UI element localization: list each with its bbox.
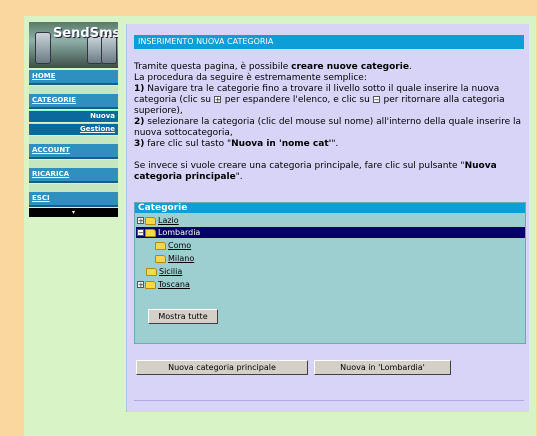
tree-item-sicilia[interactable]: Sicilia bbox=[146, 266, 182, 277]
step-number: 1) bbox=[134, 84, 145, 94]
phone-icon bbox=[35, 32, 51, 64]
folder-icon bbox=[155, 254, 166, 263]
step-number: 2) bbox=[134, 117, 145, 127]
nav-sub-gestione[interactable]: Gestione bbox=[29, 123, 118, 135]
nav-account[interactable]: ACCOUNT bbox=[29, 144, 118, 159]
folder-icon bbox=[155, 241, 166, 250]
intro-bold: Nuova in 'nome cat' bbox=[231, 139, 332, 149]
nav-spacer bbox=[29, 160, 118, 168]
nav-esci[interactable]: ESCI bbox=[29, 192, 118, 207]
nav-bottom-marker: ▾ bbox=[71, 209, 75, 216]
minus-icon: − bbox=[372, 96, 380, 104]
expand-icon[interactable]: + bbox=[137, 217, 144, 225]
nav-spacer bbox=[29, 136, 118, 144]
intro-text: La procedura da seguire è estremamente s… bbox=[134, 73, 367, 83]
nav-spacer bbox=[29, 86, 118, 94]
divider bbox=[134, 400, 524, 401]
sidebar-nav: HOME CATEGORIE Nuova Gestione ACCOUNT RI… bbox=[29, 70, 118, 217]
sendsms-logo[interactable]: SendSms bbox=[29, 22, 118, 68]
nav-bottom-bar: ▾ bbox=[29, 208, 118, 217]
new-main-category-button[interactable]: Nuova categoria principale bbox=[136, 360, 308, 375]
intro-text: Tramite questa pagina, è possibile bbox=[134, 62, 292, 72]
category-tree: Categorie + Lazio − Lombardia Como Milano … bbox=[134, 202, 526, 344]
tree-item-label[interactable]: Lombardia bbox=[158, 228, 200, 237]
tree-item-lombardia[interactable]: − Lombardia bbox=[136, 227, 525, 238]
step-number: 3) bbox=[134, 139, 145, 149]
tree-item-label[interactable]: Toscana bbox=[158, 280, 190, 289]
folder-icon bbox=[145, 216, 156, 225]
nav-ricarica[interactable]: RICARICA bbox=[29, 168, 118, 183]
folder-icon bbox=[145, 280, 156, 289]
nav-categorie[interactable]: CATEGORIE bbox=[29, 94, 118, 109]
tree-item-como[interactable]: Como bbox=[155, 240, 191, 251]
intro-bold: creare nuove categorie bbox=[291, 62, 409, 72]
tree-item-label[interactable]: Sicilia bbox=[159, 267, 182, 276]
intro-text: fare clic sul tasto " bbox=[144, 139, 232, 149]
tree-item-label[interactable]: Como bbox=[168, 241, 191, 250]
tree-title: Categorie bbox=[135, 203, 525, 213]
instructions: Tramite questa pagina, è possibile crear… bbox=[134, 62, 526, 183]
tree-item-lazio[interactable]: + Lazio bbox=[137, 215, 179, 226]
intro-text: ". bbox=[331, 139, 339, 149]
intro-text: Se invece si vuole creare una categoria … bbox=[134, 161, 465, 171]
plus-icon: + bbox=[213, 96, 221, 104]
collapse-icon[interactable]: − bbox=[137, 229, 144, 237]
tree-item-toscana[interactable]: + Toscana bbox=[137, 279, 190, 290]
nav-home[interactable]: HOME bbox=[29, 70, 118, 85]
intro-text: . bbox=[408, 62, 412, 72]
tree-item-milano[interactable]: Milano bbox=[155, 253, 194, 264]
intro-text: ". bbox=[235, 172, 243, 182]
nav-sub-nuova[interactable]: Nuova bbox=[29, 110, 118, 122]
expand-icon[interactable]: + bbox=[137, 281, 144, 289]
folder-icon bbox=[145, 228, 156, 237]
main-content: INSERIMENTO NUOVA CATEGORIA Tramite ques… bbox=[126, 24, 529, 412]
tree-item-label[interactable]: Lazio bbox=[158, 216, 179, 225]
show-all-button[interactable]: Mostra tutte bbox=[148, 309, 218, 324]
nav-spacer bbox=[29, 184, 118, 192]
folder-icon bbox=[146, 267, 157, 276]
sidebar: SendSms HOME CATEGORIE Nuova Gestione AC… bbox=[29, 22, 118, 217]
logo-text: SendSms bbox=[53, 26, 118, 41]
intro-text: per espandere l'elenco, e clic su bbox=[221, 95, 373, 105]
new-in-category-button[interactable]: Nuova in 'Lombardia' bbox=[314, 360, 451, 375]
intro-text: selezionare la categoria (clic del mouse… bbox=[134, 117, 522, 138]
page-title: INSERIMENTO NUOVA CATEGORIA bbox=[134, 35, 524, 49]
tree-item-label[interactable]: Milano bbox=[168, 254, 194, 263]
